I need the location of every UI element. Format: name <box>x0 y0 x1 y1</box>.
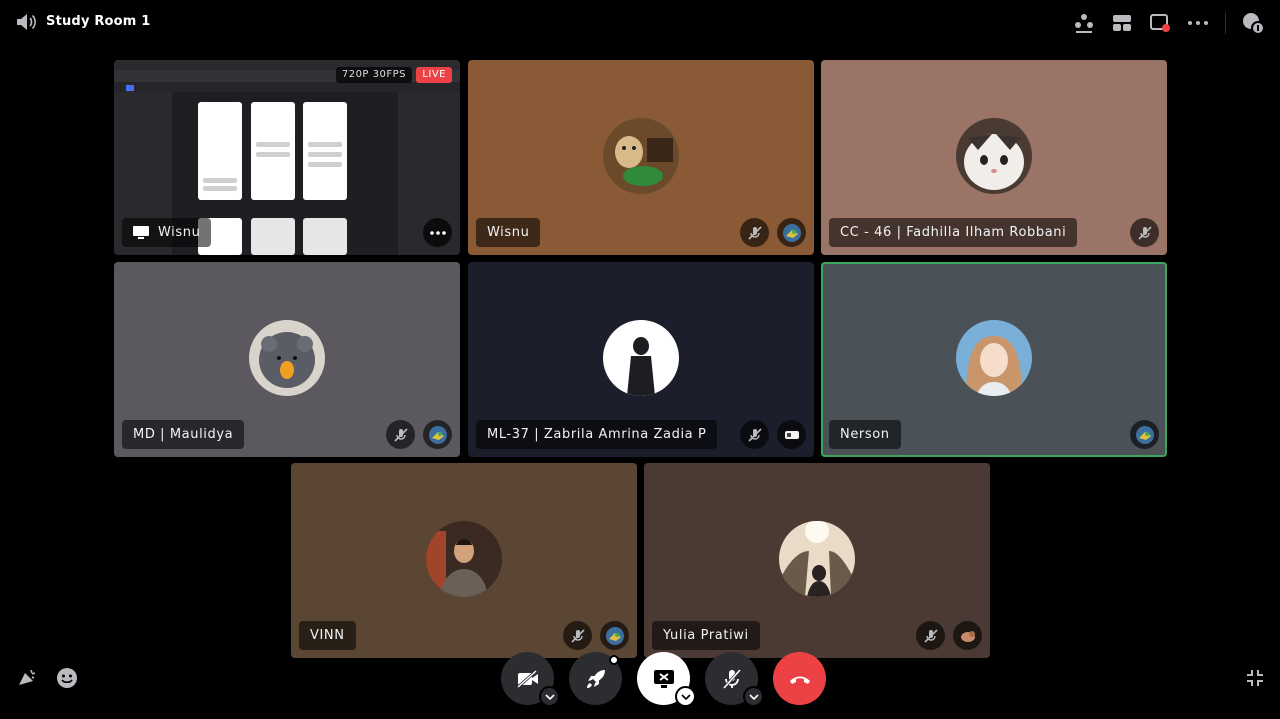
chevron-down-icon <box>680 693 691 700</box>
participant-tile-maulidya[interactable]: MD | Maulidya <box>114 262 460 457</box>
participant-name: MD | Maulidya <box>122 420 245 449</box>
hang-up-icon <box>789 676 810 684</box>
avatar <box>426 520 502 597</box>
sharer-name-pill: Wisnu <box>122 218 212 247</box>
participant-tile-wisnu[interactable]: Wisnu <box>468 60 814 255</box>
screen-share-stop-icon <box>653 669 674 688</box>
screen-share-button[interactable] <box>637 652 696 707</box>
emoji-icon[interactable] <box>54 665 80 691</box>
live-badge: LIVE <box>416 67 452 83</box>
chevron-down-icon <box>748 693 759 700</box>
activity-status-icon <box>423 420 452 449</box>
disconnect-button[interactable] <box>773 652 826 705</box>
activity-status-icon <box>1130 420 1159 449</box>
mic-muted-icon <box>722 668 741 689</box>
participant-tile-fadhilla[interactable]: CC - 46 | Fadhilla Ilham Robbani <box>821 60 1167 255</box>
soundboard-icon[interactable] <box>14 665 40 691</box>
sharer-name: Wisnu <box>158 225 201 240</box>
mute-button[interactable] <box>705 652 764 707</box>
activities-button[interactable] <box>569 652 622 705</box>
camera-off-icon <box>516 669 538 688</box>
more-icon <box>429 230 446 235</box>
participant-name: VINN <box>299 621 356 650</box>
speaker-icon <box>15 12 37 32</box>
participant-name: ML-37 | Zabrila Amrina Zadia P <box>476 420 718 449</box>
mic-options-chevron[interactable] <box>743 686 764 707</box>
mic-muted-icon <box>1130 218 1159 247</box>
activity-status-icon <box>600 621 629 650</box>
layout-grid-icon[interactable] <box>1103 10 1141 36</box>
mic-muted-icon <box>563 621 592 650</box>
notification-dot <box>609 655 619 665</box>
top-bar: Study Room 1 <box>0 0 1280 44</box>
mic-muted-icon <box>386 420 415 449</box>
avatar <box>249 319 325 396</box>
participant-tile-nerson[interactable]: Nerson <box>821 262 1167 457</box>
popout-icon[interactable] <box>1141 10 1179 36</box>
activity-status-icon <box>777 420 806 449</box>
avatar <box>779 520 855 597</box>
stream-options-button[interactable] <box>423 218 452 247</box>
chevron-down-icon <box>544 693 555 700</box>
activity-status-icon <box>953 621 982 650</box>
camera-toggle-button[interactable] <box>501 652 560 707</box>
avatar <box>603 117 679 194</box>
participant-name: Wisnu <box>476 218 541 247</box>
screenshare-tile[interactable]: 720P 30FPS LIVE Wisnu <box>114 60 460 255</box>
camera-options-chevron[interactable] <box>539 686 560 707</box>
stream-quality-badge: 720P 30FPS <box>335 67 412 83</box>
participant-tile-vinn[interactable]: VINN <box>291 463 637 658</box>
avatar <box>603 319 679 396</box>
participant-name: CC - 46 | Fadhilla Ilham Robbani <box>829 218 1078 247</box>
participant-name: Nerson <box>829 420 901 449</box>
top-divider <box>1225 12 1226 34</box>
participant-tile-zabrila[interactable]: ML-37 | Zabrila Amrina Zadia P <box>468 262 814 457</box>
participant-name: Yulia Pratiwi <box>652 621 760 650</box>
exit-fullscreen-icon[interactable] <box>1242 665 1268 691</box>
activity-status-icon <box>777 218 806 247</box>
call-controls <box>501 652 826 707</box>
activities-rocket-icon <box>586 669 605 688</box>
more-icon[interactable] <box>1179 10 1217 36</box>
mic-muted-icon <box>916 621 945 650</box>
avatar <box>956 117 1032 194</box>
avatar <box>956 319 1032 396</box>
mic-muted-icon <box>740 218 769 247</box>
participant-tile-yulia[interactable]: Yulia Pratiwi <box>644 463 990 658</box>
mic-muted-icon <box>740 420 769 449</box>
inbox-icon[interactable] <box>1234 10 1272 36</box>
screen-share-icon <box>133 225 149 239</box>
room-title: Study Room 1 <box>46 14 151 29</box>
activity-icon[interactable] <box>1065 10 1103 36</box>
screen-share-options-chevron[interactable] <box>675 686 696 707</box>
